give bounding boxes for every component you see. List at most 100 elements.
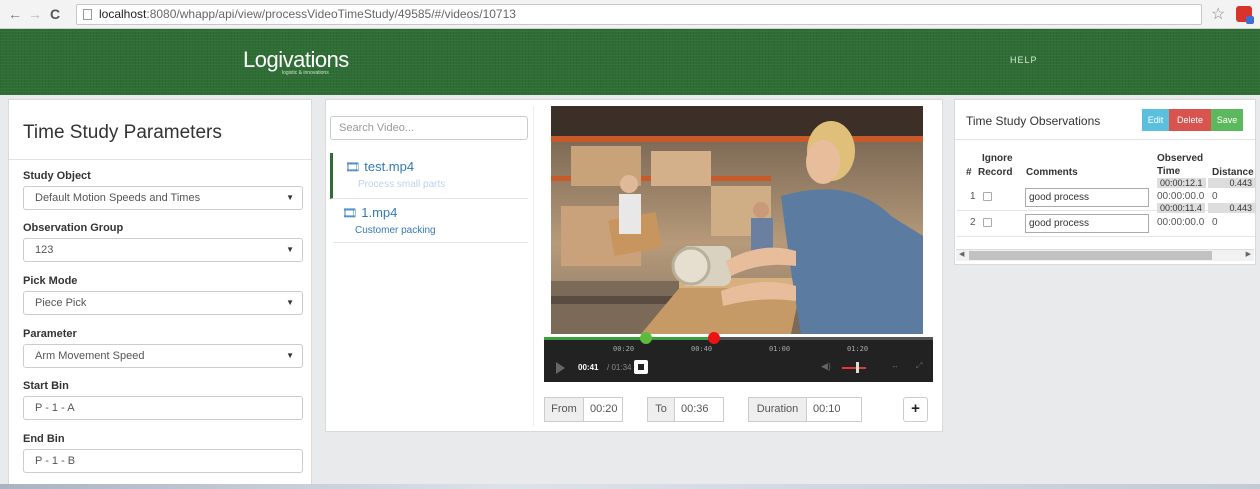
video-name-text: 1.mp4 xyxy=(361,205,398,220)
time-study-parameters-panel: Time Study Parameters Study Object Defau… xyxy=(8,99,312,489)
row-divider xyxy=(957,236,1255,237)
video-list-item[interactable]: 🎞 1.mp4 Customer packing xyxy=(333,199,528,243)
distance-pill: 0.443 xyxy=(1208,203,1255,213)
current-time: 00:41 xyxy=(578,363,599,372)
study-object-label: Study Object xyxy=(23,170,91,182)
pick-mode-label: Pick Mode xyxy=(23,275,78,287)
timeline-tick: 00:40 xyxy=(691,345,713,353)
browser-toolbar: ← → C localhost:8080/whapp/api/view/proc… xyxy=(0,0,1260,29)
expand-icon[interactable]: ↔ xyxy=(891,361,899,370)
distance: 0 xyxy=(1212,217,1218,228)
volume-knob[interactable] xyxy=(856,362,859,373)
url-path: :8080/whapp/api/view/processVideoTimeStu… xyxy=(146,7,516,21)
timeline-tick: 00:20 xyxy=(613,345,635,353)
edit-button[interactable]: Edit xyxy=(1142,109,1169,131)
comment-input[interactable]: good process xyxy=(1025,214,1149,233)
volume-icon[interactable]: ◀) xyxy=(821,361,831,372)
timeline-tick: 01:00 xyxy=(769,345,791,353)
end-bin-label: End Bin xyxy=(23,433,65,445)
ignore-record-checkbox[interactable] xyxy=(983,192,992,201)
time-study-observations-panel: Time Study Observations Edit Delete Save… xyxy=(954,99,1256,265)
caret-down-icon: ▼ xyxy=(286,351,294,360)
range-start-handle[interactable] xyxy=(640,332,652,344)
fullscreen-icon[interactable]: ⤢ xyxy=(916,361,922,371)
from-label: From xyxy=(544,397,584,422)
video-frame[interactable] xyxy=(551,106,923,334)
col-header-time: Time xyxy=(1157,166,1181,177)
end-bin-input[interactable]: P - 1 - B xyxy=(23,449,303,473)
search-video-input[interactable]: Search Video... xyxy=(330,116,528,140)
help-link[interactable]: HELP xyxy=(1010,55,1038,65)
caret-down-icon: ▼ xyxy=(286,193,294,202)
ignore-record-checkbox[interactable] xyxy=(983,218,992,227)
study-object-select[interactable]: Default Motion Speeds and Times ▼ xyxy=(23,186,303,210)
col-header-observed: Observed xyxy=(1157,153,1204,164)
col-header-num: # xyxy=(966,167,972,178)
extension-icon[interactable] xyxy=(1236,6,1254,24)
observation-group-select[interactable]: 123 ▼ xyxy=(23,238,303,262)
caret-down-icon: ▼ xyxy=(286,298,294,307)
horizontal-scrollbar[interactable]: ◀ ▶ xyxy=(956,249,1254,261)
study-object-value: Default Motion Speeds and Times xyxy=(35,192,201,204)
comment-input[interactable]: good process xyxy=(1025,188,1149,207)
to-input[interactable]: 00:36 xyxy=(674,397,724,422)
start-bin-label: Start Bin xyxy=(23,380,69,392)
logo-tagline: logistic & innovations xyxy=(282,70,329,76)
back-icon[interactable]: ← xyxy=(8,6,22,22)
col-header-comments: Comments xyxy=(1026,167,1078,178)
volume-slider[interactable] xyxy=(842,367,866,369)
save-button[interactable]: Save xyxy=(1211,109,1243,131)
video-list-item[interactable]: 🎞 test.mp4 Process small parts xyxy=(330,153,528,199)
from-input[interactable]: 00:20 xyxy=(583,397,623,422)
row-number: 1 xyxy=(970,191,976,202)
panel-title: Time Study Observations xyxy=(966,114,1101,128)
url-host: localhost xyxy=(99,7,147,21)
parameter-select[interactable]: Arm Movement Speed ▼ xyxy=(23,344,303,368)
stop-button[interactable] xyxy=(634,360,648,374)
divider xyxy=(533,106,534,426)
divider xyxy=(955,139,1255,140)
video-name-text: test.mp4 xyxy=(364,159,415,174)
parameter-label: Parameter xyxy=(23,328,77,340)
taskbar-strip xyxy=(0,484,1260,489)
add-observation-button[interactable]: + xyxy=(903,397,928,422)
address-bar[interactable]: localhost:8080/whapp/api/view/processVid… xyxy=(76,4,1202,25)
total-time: / 01:34 xyxy=(607,363,632,372)
parameter-value: Arm Movement Speed xyxy=(35,350,145,362)
pick-mode-select[interactable]: Piece Pick ▼ xyxy=(23,291,303,315)
observation-group-label: Observation Group xyxy=(23,222,124,234)
to-label: To xyxy=(647,397,675,422)
scrollbar-thumb[interactable] xyxy=(969,251,1212,260)
page-icon xyxy=(83,9,92,20)
timeline-bar[interactable] xyxy=(544,332,933,344)
distance-pill: 0.443 xyxy=(1208,178,1255,188)
video-panel: Search Video... 🎞 test.mp4 Process small … xyxy=(325,99,943,432)
reload-icon[interactable]: C xyxy=(50,6,60,22)
video-name: 🎞 test.mp4 xyxy=(345,159,414,174)
delete-button[interactable]: Delete xyxy=(1169,109,1211,131)
scroll-left-icon[interactable]: ◀ xyxy=(959,250,964,258)
video-description: Customer packing xyxy=(355,225,436,236)
col-header-record: Record xyxy=(978,167,1013,178)
video-player-controls: 00:20 00:40 01:00 01:20 00:41 / 01:34 ◀)… xyxy=(544,332,933,382)
playhead-handle[interactable] xyxy=(707,332,720,344)
row-number: 2 xyxy=(970,217,976,228)
timeline-tick: 01:20 xyxy=(847,345,869,353)
scroll-right-icon[interactable]: ▶ xyxy=(1246,250,1251,258)
play-icon[interactable] xyxy=(556,362,565,374)
observed-time: 00:00:00.0 xyxy=(1157,191,1205,202)
film-icon: 🎞 xyxy=(345,160,361,174)
observed-time: 00:00:00.0 xyxy=(1157,217,1205,228)
forward-icon[interactable]: → xyxy=(28,6,42,22)
distance: 0 xyxy=(1212,191,1218,202)
observation-group-value: 123 xyxy=(35,244,54,256)
start-bin-input[interactable]: P - 1 - A xyxy=(23,396,303,420)
col-header-ignore: Ignore xyxy=(982,153,1013,164)
caret-down-icon: ▼ xyxy=(286,245,294,254)
duration-input[interactable]: 00:10 xyxy=(806,397,862,422)
bookmark-star-icon[interactable]: ☆ xyxy=(1211,4,1225,24)
panel-title: Time Study Parameters xyxy=(9,100,311,160)
observed-time-pill: 00:00:12.1 xyxy=(1157,178,1206,188)
observed-time-pill: 00:00:11.4 xyxy=(1157,203,1205,213)
pick-mode-value: Piece Pick xyxy=(35,297,87,309)
